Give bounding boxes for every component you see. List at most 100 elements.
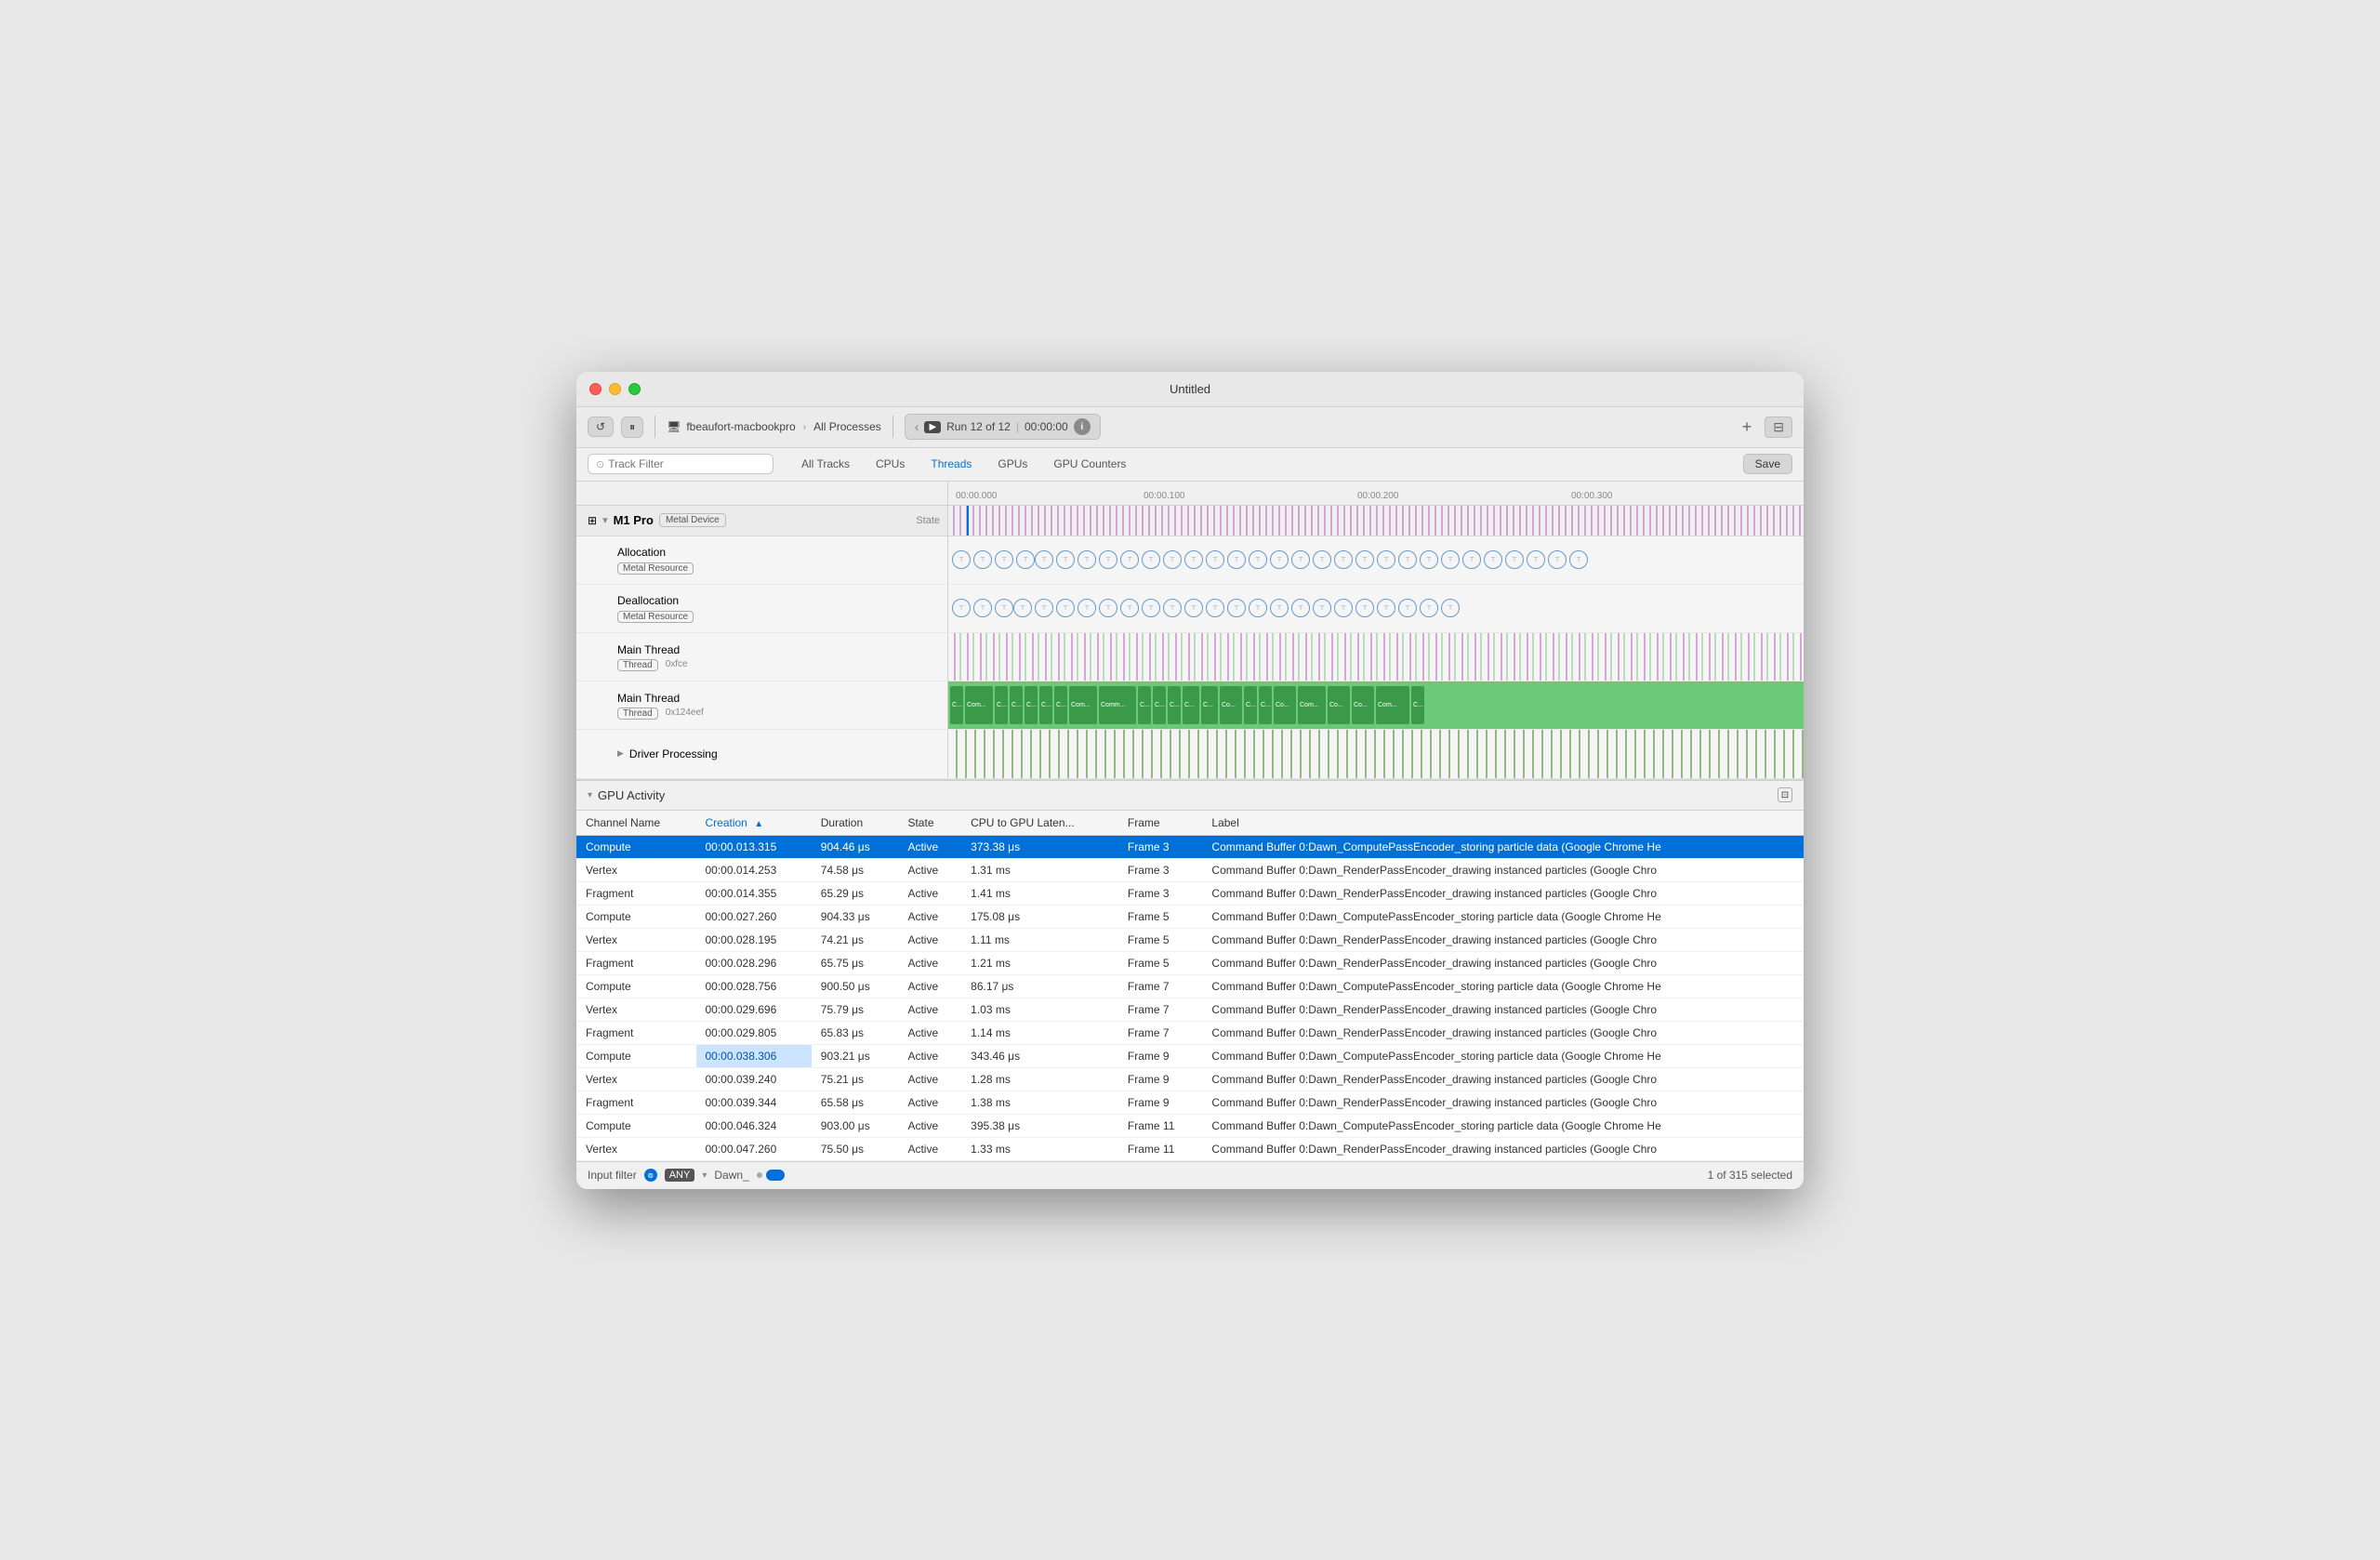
table-row[interactable]: Fragment00:00.029.80565.83 μsActive1.14 … [576, 1021, 1804, 1044]
table-row[interactable]: Vertex00:00.014.25374.58 μsActive1.31 ms… [576, 858, 1804, 881]
expand-chevron[interactable]: ▾ [602, 514, 608, 526]
table-row[interactable]: Vertex00:00.028.19574.21 μsActive1.11 ms… [576, 928, 1804, 951]
tab-all-tracks[interactable]: All Tracks [788, 454, 863, 474]
cell-channel: Fragment [576, 1091, 696, 1114]
cmd-3: C... [995, 686, 1008, 724]
cell-channel: Compute [576, 1114, 696, 1137]
table-row[interactable]: Fragment00:00.028.29665.75 μsActive1.21 … [576, 951, 1804, 974]
cell-channel: Fragment [576, 1021, 696, 1044]
m1-viz [948, 506, 1804, 535]
cmd-1: C... [950, 686, 963, 724]
allocation-circles: ⊤ ⊤ ⊤ ⊤ ⊤ ⊤ ⊤ ⊤ ⊤ ⊤ ⊤ [948, 536, 1804, 584]
cell-cpu_gpu_lat: 1.11 ms [961, 928, 1118, 951]
track-timeline: 00:00.000 00:00.100 00:00.200 00:00.300 … [576, 482, 1804, 779]
cell-creation: 00:00.029.696 [696, 998, 812, 1021]
add-button[interactable]: + [1737, 417, 1758, 437]
col-label[interactable]: Label [1202, 811, 1804, 836]
table-row[interactable]: Fragment00:00.039.34465.58 μsActive1.38 … [576, 1091, 1804, 1114]
cell-frame: Frame 9 [1118, 1044, 1203, 1067]
thread-addr-2: 0x124eef [666, 707, 704, 718]
driver-processing-label: ▶ Driver Processing [576, 730, 948, 777]
ruler-spacer [576, 482, 948, 505]
cmd-11: C... [1153, 686, 1166, 724]
table-row[interactable]: Compute00:00.013.315904.46 μsActive373.3… [576, 835, 1804, 858]
tab-threads[interactable]: Threads [918, 454, 985, 474]
deallocation-name: Deallocation [617, 594, 679, 607]
cell-cpu_gpu_lat: 1.38 ms [961, 1091, 1118, 1114]
driver-processing-row: ▶ Driver Processing [576, 730, 1804, 778]
back-button[interactable]: ↺ [588, 416, 614, 437]
col-state[interactable]: State [898, 811, 961, 836]
alloc-c2: ⊤ [973, 550, 992, 569]
cmd-23: C... [1411, 686, 1424, 724]
table-row[interactable]: Compute00:00.038.306903.21 μsActive343.4… [576, 1044, 1804, 1067]
deallocation-viz: ⊤ ⊤ ⊤ ⊤ ⊤ ⊤ ⊤ ⊤ ⊤ ⊤ ⊤ [948, 585, 1804, 632]
tab-gpu-counters[interactable]: GPU Counters [1040, 454, 1139, 474]
alloc-c3: ⊤ [995, 550, 1013, 569]
tab-cpus[interactable]: CPUs [863, 454, 918, 474]
cell-label: Command Buffer 0:Dawn_RenderPassEncoder_… [1202, 1137, 1804, 1160]
cell-label: Command Buffer 0:Dawn_RenderPassEncoder_… [1202, 998, 1804, 1021]
driver-expand-icon[interactable]: ▶ [617, 748, 624, 759]
filter-value: Dawn_ [714, 1169, 748, 1182]
top-area: 00:00.000 00:00.100 00:00.200 00:00.300 … [576, 482, 1804, 779]
table-row[interactable]: Vertex00:00.047.26075.50 μsActive1.33 ms… [576, 1137, 1804, 1160]
cell-state: Active [898, 1091, 961, 1114]
track-filter[interactable]: ⊙ [588, 454, 774, 474]
cell-label: Command Buffer 0:Dawn_RenderPassEncoder_… [1202, 951, 1804, 974]
filter-label: Input filter [588, 1169, 637, 1182]
toggle-switch[interactable] [766, 1170, 785, 1181]
search-icon: ⊙ [596, 458, 604, 470]
save-button[interactable]: Save [1743, 454, 1792, 474]
table-row[interactable]: Compute00:00.046.324903.00 μsActive395.3… [576, 1114, 1804, 1137]
main-thread-1-name: Main Thread [617, 643, 680, 656]
cmd-19: Com... [1298, 686, 1326, 724]
cell-channel: Compute [576, 835, 696, 858]
table-row[interactable]: Compute00:00.028.756900.50 μsActive86.17… [576, 974, 1804, 998]
gpu-activity-header: ▾ GPU Activity ⊡ [576, 781, 1804, 811]
thread-addr-1: 0xfce [666, 659, 688, 669]
cell-label: Command Buffer 0:Dawn_RenderPassEncoder_… [1202, 1067, 1804, 1091]
table-row[interactable]: Compute00:00.027.260904.33 μsActive175.0… [576, 905, 1804, 928]
close-button[interactable] [589, 383, 602, 395]
main-thread-2-name: Main Thread [617, 692, 680, 705]
main-thread-1-viz [948, 633, 1804, 681]
process-name: All Processes [813, 420, 881, 433]
cell-cpu_gpu_lat: 1.33 ms [961, 1137, 1118, 1160]
col-creation[interactable]: Creation ▲ [696, 811, 812, 836]
gpu-table[interactable]: Channel Name Creation ▲ Duration State [576, 811, 1804, 1161]
deallocation-label: Deallocation Metal Resource [576, 585, 948, 632]
deallocation-row: Deallocation Metal Resource ⊤ ⊤ ⊤ ⊤ [576, 585, 1804, 633]
col-duration[interactable]: Duration [812, 811, 899, 836]
minimize-button[interactable] [609, 383, 621, 395]
cell-channel: Fragment [576, 881, 696, 905]
cell-label: Command Buffer 0:Dawn_ComputePassEncoder… [1202, 974, 1804, 998]
filter-tag[interactable]: ⊚ [644, 1169, 657, 1182]
gpu-activity-expand[interactable]: ▾ [588, 790, 592, 800]
run-info[interactable]: ‹ ▶ Run 12 of 12 | 00:00:00 i [905, 414, 1101, 440]
cmd-21: Co... [1352, 686, 1374, 724]
info-button[interactable]: i [1074, 418, 1091, 435]
run-button[interactable]: ▶ [924, 421, 941, 433]
device-selector[interactable]: 🖥 fbeaufort-macbookpro › All Processes [667, 420, 881, 433]
layout-button[interactable]: ⊡ [1778, 787, 1792, 802]
cmd-10: C... [1138, 686, 1151, 724]
tab-gpus[interactable]: GPUs [985, 454, 1040, 474]
maximize-button[interactable] [628, 383, 641, 395]
table-row[interactable]: Vertex00:00.039.24075.21 μsActive1.28 ms… [576, 1067, 1804, 1091]
col-frame[interactable]: Frame [1118, 811, 1203, 836]
cell-frame: Frame 9 [1118, 1067, 1203, 1091]
table-row[interactable]: Vertex00:00.029.69675.79 μsActive1.03 ms… [576, 998, 1804, 1021]
chevron-icon: › [803, 422, 806, 432]
cell-creation: 00:00.029.805 [696, 1021, 812, 1044]
cell-label: Command Buffer 0:Dawn_RenderPassEncoder_… [1202, 1021, 1804, 1044]
allocation-row: Allocation Metal Resource ⊤ ⊤ ⊤ ⊤ [576, 536, 1804, 585]
col-cpu-gpu-lat[interactable]: CPU to GPU Laten... [961, 811, 1118, 836]
pause-button[interactable]: ⏸ [621, 416, 643, 438]
traffic-lights [589, 383, 641, 395]
table-row[interactable]: Fragment00:00.014.35565.29 μsActive1.41 … [576, 881, 1804, 905]
col-channel[interactable]: Channel Name [576, 811, 696, 836]
track-filter-input[interactable] [608, 457, 765, 470]
cell-creation: 00:00.039.240 [696, 1067, 812, 1091]
collapse-button[interactable]: ⊟ [1765, 416, 1792, 438]
